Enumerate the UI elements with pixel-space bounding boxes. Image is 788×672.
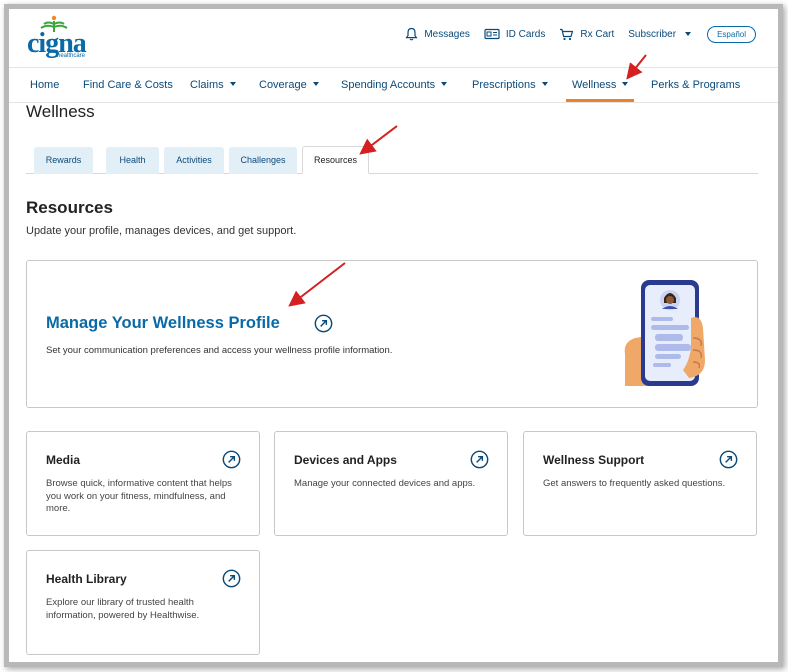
card-description: Explore our library of trusted health in…	[46, 597, 200, 621]
hero-description: Set your communication preferences and a…	[46, 345, 393, 356]
nav-label: Find Care & Costs	[83, 79, 173, 91]
media-card[interactable]: Media Browse quick, informative content …	[26, 431, 260, 536]
wellness-support-card[interactable]: Wellness Support Get answers to frequent…	[523, 431, 757, 536]
subscriber-label: Subscriber	[628, 28, 677, 40]
nav-label: Claims	[190, 79, 224, 91]
hero-title[interactable]: Manage Your Wellness Profile	[46, 314, 280, 333]
chevron-down-icon	[685, 32, 692, 36]
main-nav: Home Find Care & Costs Claims Coverage S…	[9, 67, 778, 103]
chevron-down-icon	[312, 82, 319, 87]
nav-label: Coverage	[259, 79, 307, 91]
nav-item-home[interactable]: Home	[30, 68, 59, 102]
nav-item-prescriptions[interactable]: Prescriptions	[472, 68, 548, 102]
card-description: Browse quick, informative content that h…	[46, 478, 232, 514]
chevron-down-icon	[229, 82, 236, 87]
card-title[interactable]: Media	[46, 453, 80, 467]
nav-label: Prescriptions	[472, 79, 536, 91]
section-title: Resources	[26, 198, 113, 217]
messages-link[interactable]: Messages	[405, 27, 470, 41]
page: cigna healthcare Messages ID Cards Rx Ca…	[9, 9, 778, 662]
arrow-up-right-circle-icon[interactable]	[314, 314, 333, 333]
devices-and-apps-card[interactable]: Devices and Apps Manage your connected d…	[274, 431, 508, 536]
screenshot-frame: cigna healthcare Messages ID Cards Rx Ca…	[4, 4, 783, 667]
nav-label: Home	[30, 79, 60, 91]
cart-icon	[560, 28, 574, 40]
arrow-up-right-circle-icon[interactable]	[470, 450, 489, 469]
chevron-down-icon	[541, 82, 548, 87]
nav-item-coverage[interactable]: Coverage	[259, 68, 319, 102]
arrow-up-right-circle-icon[interactable]	[222, 569, 241, 588]
phone-profile-illustration	[624, 280, 705, 386]
page-title: Wellness	[26, 102, 95, 121]
rx-cart-label: Rx Cart	[580, 28, 615, 40]
nav-label: Spending Accounts	[341, 79, 436, 91]
utility-bar: Messages ID Cards Rx Cart Subscriber Esp…	[405, 23, 756, 45]
nav-item-perks[interactable]: Perks & Programs	[651, 68, 740, 102]
nav-item-spending-accounts[interactable]: Spending Accounts	[341, 68, 448, 102]
tab-rewards[interactable]: Rewards	[34, 147, 93, 174]
nav-item-find-care[interactable]: Find Care & Costs	[83, 68, 173, 102]
nav-label: Wellness	[572, 79, 617, 91]
subscriber-menu[interactable]: Subscriber	[628, 28, 692, 40]
card-description: Manage your connected devices and apps.	[294, 478, 476, 489]
arrow-up-right-circle-icon[interactable]	[222, 450, 241, 469]
card-title[interactable]: Devices and Apps	[294, 453, 397, 467]
id-card-icon	[484, 28, 500, 40]
card-description: Get answers to frequently asked question…	[543, 478, 726, 489]
messages-label: Messages	[424, 28, 470, 40]
id-cards-link[interactable]: ID Cards	[484, 28, 545, 40]
cigna-logo[interactable]: cigna healthcare	[27, 15, 107, 59]
card-title[interactable]: Health Library	[46, 572, 127, 586]
logo-subtext: healthcare	[57, 53, 86, 59]
nav-item-wellness[interactable]: Wellness	[566, 68, 635, 102]
wellness-tabs: Rewards Health Activities Challenges Res…	[26, 146, 758, 174]
chevron-down-icon	[622, 82, 629, 87]
site-header: cigna healthcare Messages ID Cards Rx Ca…	[9, 9, 778, 67]
nav-label: Perks & Programs	[651, 79, 741, 91]
card-title[interactable]: Wellness Support	[543, 453, 644, 467]
manage-wellness-profile-card[interactable]: Manage Your Wellness Profile Set your co…	[26, 260, 758, 408]
nav-item-claims[interactable]: Claims	[190, 68, 236, 102]
tab-activities[interactable]: Activities	[164, 147, 224, 174]
tab-challenges[interactable]: Challenges	[229, 147, 297, 174]
tab-resources[interactable]: Resources	[302, 146, 369, 174]
arrow-up-right-circle-icon[interactable]	[719, 450, 738, 469]
section-description: Update your profile, manages devices, an…	[26, 225, 297, 237]
bell-icon	[405, 27, 418, 41]
rx-cart-link[interactable]: Rx Cart	[559, 28, 614, 41]
health-library-card[interactable]: Health Library Explore our library of tr…	[26, 550, 260, 655]
id-cards-label: ID Cards	[505, 28, 546, 40]
language-toggle-button[interactable]: Español	[707, 25, 756, 43]
chevron-down-icon	[441, 82, 448, 87]
tab-health[interactable]: Health	[106, 147, 159, 174]
